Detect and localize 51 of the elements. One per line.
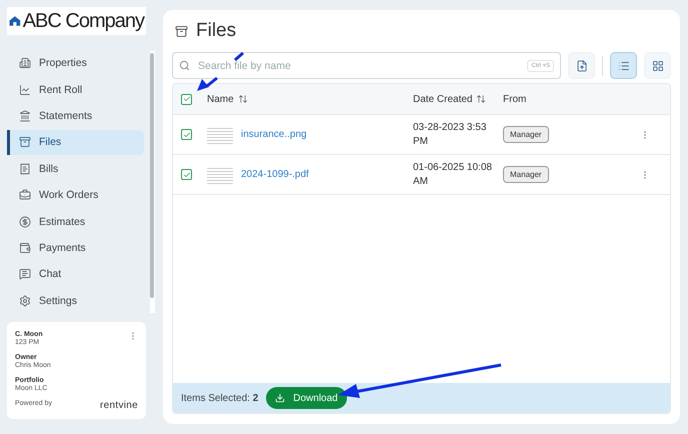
column-header[interactable]: Name xyxy=(207,94,413,104)
nav-item[interactable]: Work Orders xyxy=(7,183,144,208)
check-icon xyxy=(182,95,190,103)
row-checkbox[interactable] xyxy=(181,169,192,180)
date-cell-text: 01-06-2025 10:08 AM xyxy=(413,160,493,188)
scrollbar[interactable] xyxy=(150,51,155,313)
files-icon xyxy=(175,24,188,38)
grid-view-button[interactable] xyxy=(644,52,671,79)
selection-count: Items Selected: 2 xyxy=(181,392,258,404)
sort-icon[interactable] xyxy=(238,94,248,104)
page-title: Files xyxy=(196,20,236,42)
archive-icon xyxy=(19,136,31,148)
nav-item[interactable]: Estimates xyxy=(7,209,144,234)
column-header[interactable]: Date Created xyxy=(413,94,503,104)
nav-item[interactable]: Settings xyxy=(7,288,144,314)
search-icon xyxy=(179,60,190,71)
bank-icon xyxy=(19,110,31,122)
check-icon xyxy=(182,130,190,138)
building-icon xyxy=(19,57,31,70)
nav-item[interactable]: Payments xyxy=(7,236,144,260)
nav-item[interactable]: Statements xyxy=(7,104,144,128)
upload-button[interactable] xyxy=(568,52,595,79)
settings-icon xyxy=(19,294,31,307)
briefcase-icon xyxy=(19,189,31,202)
file-upload-icon xyxy=(576,60,588,72)
check-icon xyxy=(182,170,190,178)
download-icon xyxy=(275,393,286,403)
chart-icon xyxy=(19,84,31,96)
column-header[interactable]: From xyxy=(503,94,640,104)
nav-item[interactable]: Bills xyxy=(7,156,144,182)
sort-icon[interactable] xyxy=(476,94,486,104)
date-cell-text: 03-28-2023 3:53 PM xyxy=(413,120,488,148)
download-button[interactable]: Download xyxy=(266,387,347,409)
list-view-button[interactable] xyxy=(610,52,637,79)
grid-icon xyxy=(652,60,664,72)
receipt-icon xyxy=(19,162,31,175)
source-tag: Manager xyxy=(503,126,549,143)
file-link[interactable]: insurance..png xyxy=(241,129,307,140)
dollar-icon xyxy=(19,216,31,228)
brand-logo: rentvine xyxy=(100,400,138,411)
row-checkbox[interactable] xyxy=(181,129,192,140)
chat-icon xyxy=(19,268,31,280)
nav-item[interactable]: Rent Roll xyxy=(7,77,144,102)
company-name: ABC Company xyxy=(22,10,144,32)
nav-item[interactable]: Chat xyxy=(7,262,144,287)
nav-item[interactable]: Files xyxy=(7,130,144,155)
source-tag: Manager xyxy=(503,166,549,183)
select-all-checkbox[interactable] xyxy=(181,94,192,104)
nav-item[interactable]: Properties xyxy=(7,51,144,76)
wallet-icon xyxy=(19,242,31,254)
file-link[interactable]: 2024-1099-.pdf xyxy=(241,169,309,180)
